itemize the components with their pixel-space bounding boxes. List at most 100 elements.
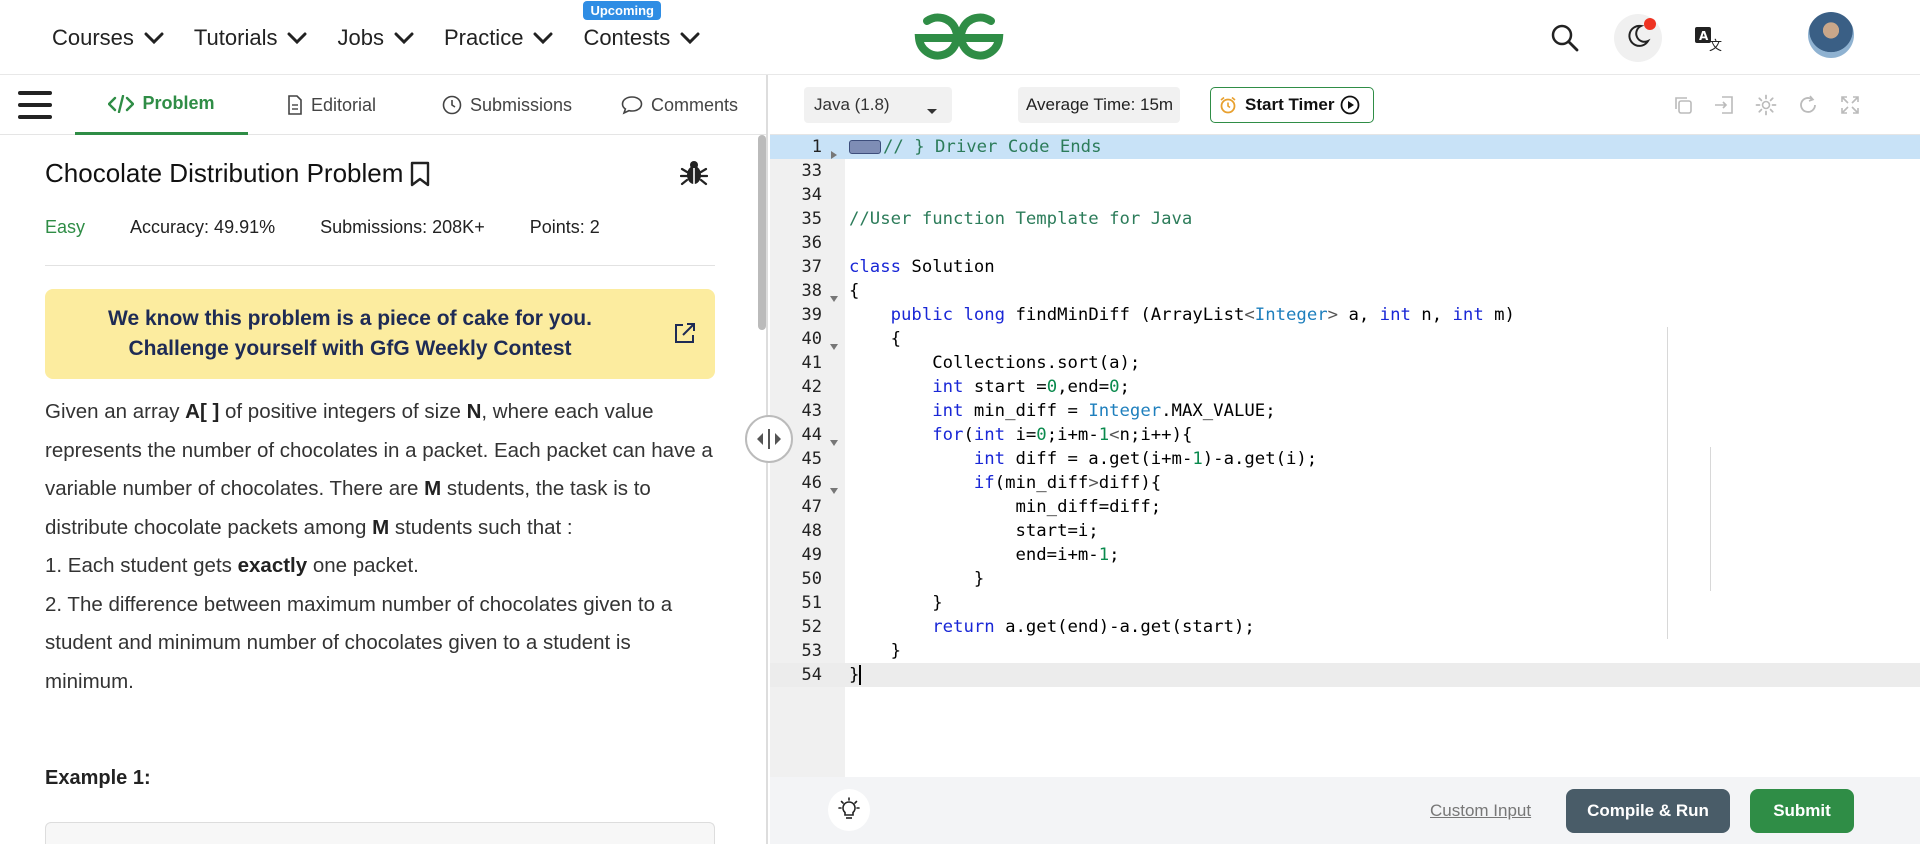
main-menu: Courses Tutorials Jobs Practice Upcoming… [52,0,730,75]
desc-rule-2: 2. The difference between maximum number… [45,592,673,693]
code-line: 44 for(int i=0;i+m-1<n;i++){ [770,423,1920,447]
settings-icon[interactable] [1754,93,1778,117]
external-link-icon [673,321,697,350]
code-line: 37 class Solution [801,257,995,277]
code-line: 47 min_diff=diff; [801,497,1162,517]
scrollbar[interactable] [758,135,766,330]
code-line: 50 } [801,569,985,589]
chevron-down-icon [287,31,307,45]
avatar[interactable] [1808,12,1854,58]
code-line: 52 return a.get(end)-a.get(start); [801,617,1255,637]
chevron-down-icon [680,31,700,45]
code-line: 34 [801,185,822,205]
code-line: 35 //User function Template for Java [801,209,1193,229]
average-time: Average Time: 15m [1018,87,1180,123]
problem-panel: Problem Editorial Submissions Comments C… [0,75,768,844]
document-icon [287,95,303,115]
nav-contests[interactable]: Upcoming Contests [583,0,700,51]
start-timer-label: Start Timer [1245,95,1335,114]
code-line-current: 54 } [770,663,1920,687]
import-file-icon[interactable] [1712,93,1736,117]
submit-button[interactable]: Submit [1750,789,1854,833]
tab-editorial[interactable]: Editorial [287,75,376,135]
problem-title-text: Chocolate Distribution Problem [45,158,404,188]
code-line: 53 } [801,641,902,661]
code-line: 48 start=i; [801,521,1099,541]
editor-panel: Java (1.8) Average Time: 15m Start Timer… [770,75,1920,844]
divider [45,265,715,266]
nav-courses[interactable]: Courses [52,25,164,51]
gfg-logo[interactable] [913,12,1005,65]
svg-text:A: A [1699,29,1709,43]
submissions-count: Submissions: 208K+ [320,217,485,237]
copy-icon[interactable] [1671,93,1695,117]
tab-submissions-label: Submissions [470,94,573,115]
problem-title: Chocolate Distribution Problem [45,158,431,189]
contest-banner[interactable]: We know this problem is a piece of cake … [45,289,715,379]
folded-code-marker[interactable] [849,140,881,154]
code-line: 41 Collections.sort(a); [801,353,1141,373]
code-line: 45 int diff = a.get(i+m-1)-a.get(i); [801,449,1318,469]
language-value: Java (1.8) [814,95,890,114]
chevron-down-icon [533,31,553,45]
code-line: 46 if(min_diff>diff){ [770,471,1920,495]
desc-rule-1: 1. Each student gets exactly one packet. [45,554,419,577]
bug-icon[interactable] [679,159,709,192]
lightbulb-icon[interactable] [828,789,870,831]
nav-contests-label: Contests [583,24,671,50]
code-editor[interactable]: 1 // } Driver Code Ends 33 34 35 //User … [770,135,1920,777]
alarm-clock-icon [1219,96,1237,114]
top-navbar: Courses Tutorials Jobs Practice Upcoming… [0,0,1920,75]
chevron-down-icon [394,31,414,45]
tab-submissions[interactable]: Submissions [442,75,572,135]
svg-text:文: 文 [1709,39,1722,53]
accuracy-label: Accuracy: 49.91% [130,217,276,237]
nav-jobs-label: Jobs [337,24,384,50]
tab-problem[interactable]: Problem [75,75,248,135]
code-line: 39 public long findMinDiff (ArrayList<In… [801,305,1515,325]
reset-icon[interactable] [1796,93,1820,117]
nav-tutorials[interactable]: Tutorials [194,25,308,51]
problem-meta: Easy Accuracy: 49.91% Submissions: 208K+… [45,217,645,238]
nav-jobs[interactable]: Jobs [337,24,414,51]
code-line: 43 int min_diff = Integer.MAX_VALUE; [801,401,1276,421]
nav-tutorials-label: Tutorials [193,24,278,50]
translate-icon[interactable]: A文 [1683,14,1731,62]
chevron-down-icon [144,31,164,45]
code-line: 42 int start =0,end=0; [801,377,1130,397]
tab-comments[interactable]: Comments [621,75,738,135]
code-line: 40 { [770,327,1920,351]
editor-footer: Custom Input Compile & Run Submit [770,777,1920,844]
code-line: 38 { [770,279,1920,303]
difficulty-label: Easy [45,217,86,237]
language-select[interactable]: Java (1.8) [804,87,952,123]
tab-editorial-label: Editorial [311,94,377,115]
menu-icon[interactable] [18,91,52,119]
problem-tabbar: Problem Editorial Submissions Comments [0,75,766,135]
code-line: 1 // } Driver Code Ends [770,135,1920,159]
custom-input-link[interactable]: Custom Input [1430,801,1531,821]
dark-mode-toggle[interactable] [1614,14,1662,62]
example-title: Example 1: [45,767,151,789]
tab-comments-label: Comments [651,94,739,115]
points-label: Points: 2 [529,217,600,237]
bookmark-icon[interactable] [409,161,431,187]
code-line: 33 [801,161,822,181]
desc-paragraph: Given an array A[ ] of positive integers… [45,400,713,539]
nav-courses-label: Courses [52,24,134,50]
comment-icon [621,95,643,115]
code-line: 49 end=i+m-1; [801,545,1120,565]
upcoming-badge: Upcoming [583,0,661,20]
start-timer-button[interactable]: Start Timer [1210,87,1374,123]
compile-run-button[interactable]: Compile & Run [1566,789,1730,833]
nav-practice-label: Practice [443,24,524,50]
problem-description: Given an array A[ ] of positive integers… [45,393,721,701]
panel-resize-handle[interactable] [745,415,793,463]
code-line: 51 } [801,593,943,613]
text-cursor [859,665,862,685]
tab-problem-label: Problem [142,93,215,113]
nav-practice[interactable]: Practice [444,25,553,51]
search-icon[interactable] [1541,14,1589,62]
notification-dot [1644,18,1656,30]
fullscreen-icon[interactable] [1838,93,1862,117]
